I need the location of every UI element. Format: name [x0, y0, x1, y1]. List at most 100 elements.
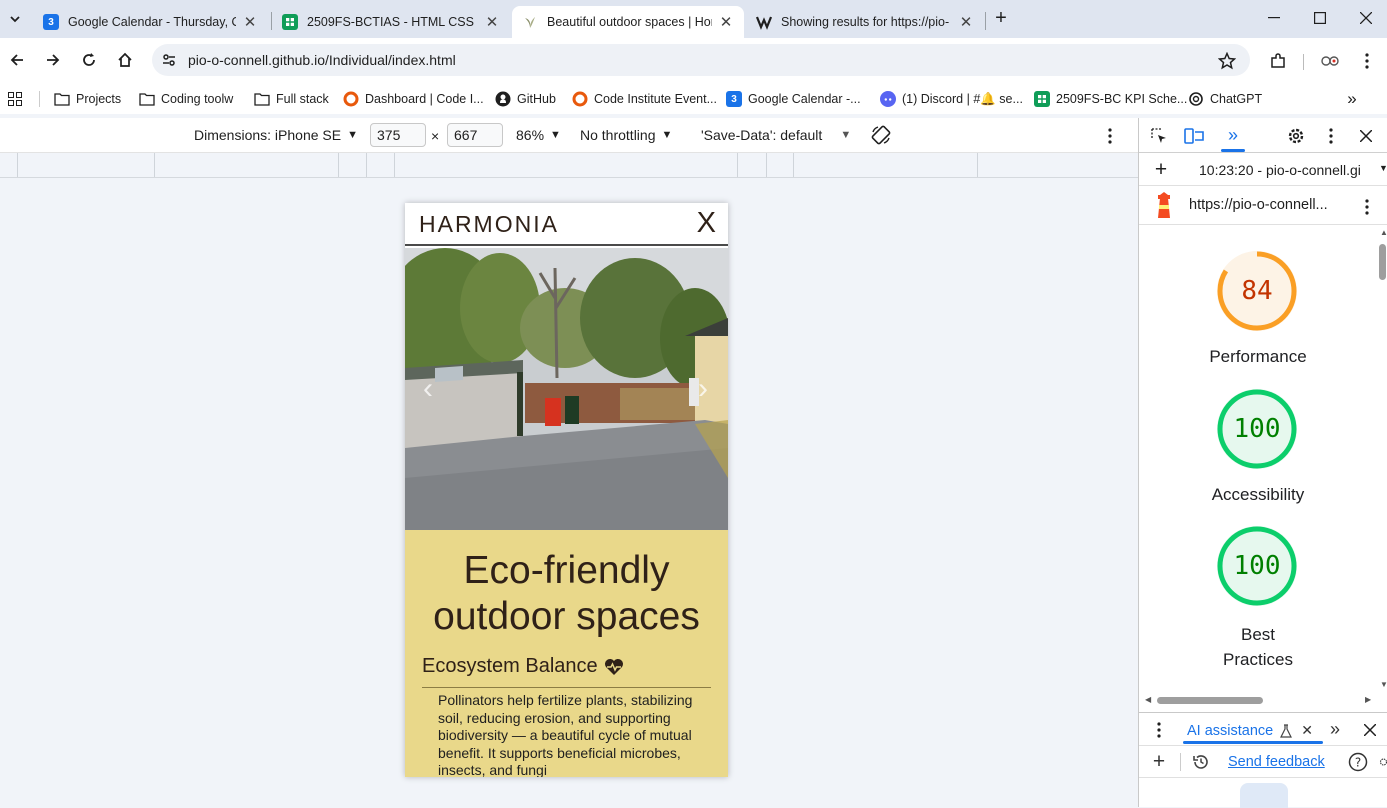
close-icon[interactable]: ✕ [484, 14, 500, 31]
site-info-icon[interactable] [158, 49, 180, 71]
menu-close-button[interactable]: X [697, 207, 716, 240]
horizontal-scrollbar[interactable]: ◀ ▶ [1145, 694, 1377, 706]
close-icon[interactable]: ✕ [718, 14, 734, 31]
lighthouse-toolbar: + 10:23:20 - pio-o-connell.gi ▼ [1139, 154, 1387, 186]
dropdown-arrow-icon[interactable]: ▼ [1379, 163, 1387, 173]
device-select[interactable]: Dimensions: iPhone SE ▼ [194, 127, 358, 143]
settings-gear-icon[interactable] [1379, 752, 1387, 772]
active-tab-indicator [1221, 149, 1245, 152]
sheets-icon [1034, 91, 1050, 107]
scroll-up-arrow-icon[interactable]: ▲ [1380, 228, 1387, 237]
help-icon[interactable]: ? [1348, 752, 1368, 772]
send-feedback-link[interactable]: Send feedback [1228, 754, 1325, 770]
extensions-icon[interactable] [1267, 50, 1289, 72]
bookmark-kpi-schedule[interactable]: 2509FS-BC KPI Sche... [1034, 88, 1187, 110]
drawer-divider [1139, 745, 1387, 746]
zoom-value: 86% [516, 127, 545, 143]
site-brand[interactable]: HARMONIA [419, 211, 559, 238]
bookmark-dashboard[interactable]: Dashboard | Code I... [343, 88, 484, 110]
dropdown-arrow-icon: ▼ [550, 129, 561, 141]
more-drawer-tabs-icon[interactable]: » [1325, 719, 1345, 739]
back-icon[interactable] [6, 49, 28, 71]
zoom-select[interactable]: 86% ▼ [516, 127, 561, 143]
bookmark-code-institute-events[interactable]: Code Institute Event... [572, 88, 717, 110]
scroll-down-arrow-icon[interactable]: ▼ [1380, 680, 1387, 689]
carousel-prev-icon[interactable]: ‹ [417, 372, 439, 405]
address-bar[interactable]: pio-o-connell.github.io/Individual/index… [152, 44, 1250, 76]
new-report-icon[interactable]: + [1151, 158, 1171, 181]
new-chat-icon[interactable]: + [1149, 750, 1169, 773]
save-data-value: 'Save-Data': default [701, 127, 823, 143]
home-icon[interactable] [114, 49, 136, 71]
section-title: Ecosystem Balance [422, 655, 598, 677]
forward-icon[interactable] [42, 49, 64, 71]
devtools-header: » [1139, 118, 1387, 153]
apps-grid-icon[interactable] [6, 90, 24, 108]
window-close-icon[interactable] [1354, 6, 1378, 30]
more-bookmarks-icon[interactable]: » [1342, 89, 1362, 108]
rotate-icon[interactable] [869, 123, 893, 147]
close-icon[interactable]: ✕ [1301, 722, 1313, 739]
ai-assistant-sparkle-icon [1240, 783, 1288, 808]
bookmark-discord[interactable]: (1) Discord | #🔔 se... [880, 88, 1023, 110]
reload-icon[interactable] [78, 49, 100, 71]
report-menu-icon[interactable] [1359, 197, 1375, 217]
save-data-select[interactable]: 'Save-Data': default ▼ [701, 127, 851, 143]
bookmark-github[interactable]: GitHub [495, 88, 556, 110]
bookmark-coding-tools[interactable]: Coding toolw [139, 88, 233, 110]
report-url-bar: https://pio-o-connell... [1139, 187, 1387, 225]
bookmark-star-icon[interactable] [1216, 50, 1238, 72]
url-text[interactable]: pio-o-connell.github.io/Individual/index… [188, 52, 456, 68]
settings-gear-icon[interactable] [1286, 126, 1306, 146]
devtools-menu-icon[interactable] [1321, 126, 1341, 146]
media-query-ruler[interactable] [0, 153, 1138, 178]
drawer-close-icon[interactable] [1361, 721, 1379, 739]
vertical-scrollbar[interactable]: ▲ ▼ [1377, 228, 1387, 698]
site-header: HARMONIA X [405, 203, 728, 246]
devtools-close-icon[interactable] [1356, 126, 1376, 146]
ruler-mark [737, 153, 738, 177]
history-icon[interactable] [1191, 752, 1211, 772]
report-url[interactable]: https://pio-o-connell... [1189, 197, 1328, 213]
browser-menu-icon[interactable] [1356, 50, 1378, 72]
device-toggle-icon[interactable] [1184, 126, 1204, 146]
drawer-tab-ai-assistance[interactable]: AI assistance ✕ [1187, 722, 1313, 739]
tab-active-outdoor-spaces[interactable]: Beautiful outdoor spaces | Hom ✕ [512, 6, 744, 38]
ruler-mark [338, 153, 339, 177]
width-input[interactable]: 375 [370, 123, 426, 147]
bookmark-label: 2509FS-BC KPI Sche... [1056, 92, 1188, 106]
more-panels-icon[interactable]: » [1221, 124, 1245, 146]
scroll-right-arrow-icon[interactable]: ▶ [1365, 695, 1371, 704]
tab-w3c-results[interactable]: Showing results for https://pio- ✕ [746, 6, 984, 38]
close-icon[interactable]: ✕ [958, 14, 974, 31]
bookmark-full-stack[interactable]: Full stack [254, 88, 329, 110]
profile-avatar[interactable] [1319, 50, 1341, 72]
close-icon[interactable]: ✕ [242, 14, 258, 31]
tab-search-icon[interactable] [4, 8, 26, 30]
inspect-element-icon[interactable] [1149, 126, 1169, 146]
tab-google-calendar[interactable]: 3 Google Calendar - Thursday, Oc ✕ [33, 6, 268, 38]
ruler-mark [154, 153, 155, 177]
scroll-left-arrow-icon[interactable]: ◀ [1145, 695, 1151, 704]
maximize-icon[interactable] [1308, 6, 1332, 30]
drawer-divider [1180, 753, 1181, 771]
device-toolbar-menu-icon[interactable] [1100, 126, 1120, 146]
tab-title: Showing results for https://pio- [781, 15, 950, 29]
drawer-menu-icon[interactable] [1153, 720, 1165, 740]
height-input[interactable]: 667 [447, 123, 503, 147]
bookmark-projects[interactable]: Projects [54, 88, 121, 110]
hero-garden-image [405, 248, 728, 530]
tab-sheets[interactable]: 2509FS-BCTIAS - HTML CSS Pro ✕ [272, 6, 510, 38]
carousel-next-icon[interactable]: › [692, 372, 714, 405]
folder-icon [254, 91, 270, 107]
bookmark-google-calendar[interactable]: 3 Google Calendar -... [726, 88, 861, 110]
throttling-select[interactable]: No throttling ▼ [580, 127, 672, 143]
bookmark-chatgpt[interactable]: ChatGPT [1188, 88, 1262, 110]
section-divider [422, 687, 711, 688]
scrollbar-thumb[interactable] [1379, 244, 1386, 280]
new-tab-icon[interactable]: + [990, 7, 1012, 29]
scrollbar-thumb[interactable] [1157, 697, 1263, 704]
report-select[interactable]: 10:23:20 - pio-o-connell.gi [1199, 162, 1378, 178]
folder-icon [139, 91, 155, 107]
minimize-icon[interactable] [1262, 6, 1286, 30]
